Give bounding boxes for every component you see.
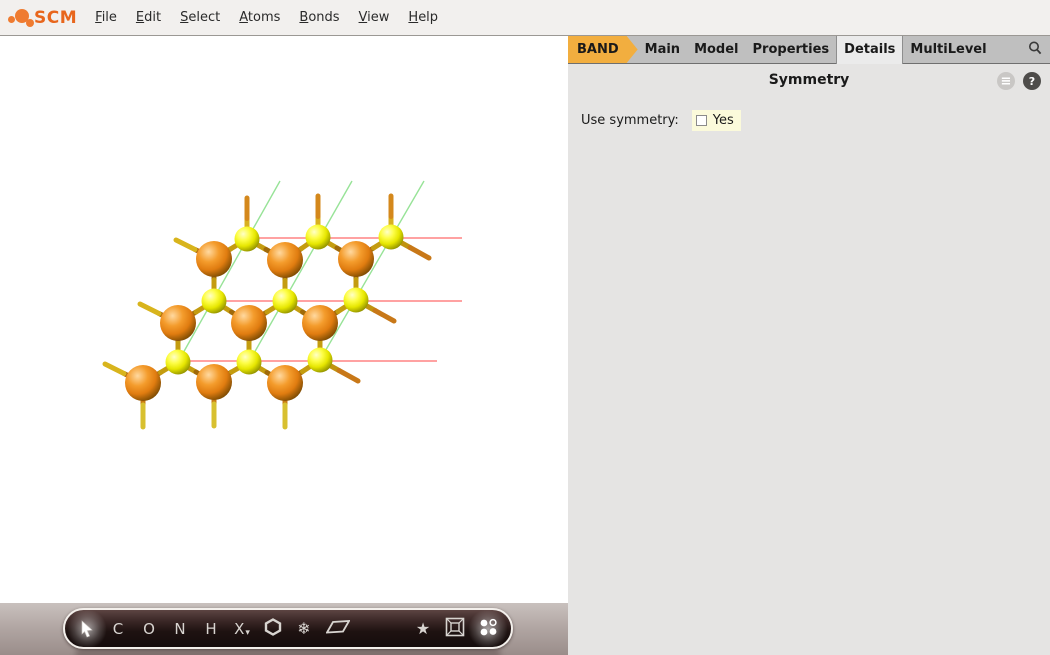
tab-multilevel[interactable]: MultiLevel [903, 36, 993, 63]
atom-toolbar: C O N H X ▾ ❄ ★ [63, 608, 513, 649]
hamburger-icon: ≡ [1000, 73, 1012, 89]
element-x-caret-icon: ▾ [245, 627, 250, 638]
help-button[interactable]: ? [1023, 72, 1041, 90]
tab-main[interactable]: Main [638, 36, 687, 63]
viewer-bottom-band: C O N H X ▾ ❄ ★ [0, 603, 568, 655]
crystal-box-icon [445, 617, 465, 641]
element-h-button[interactable]: H [202, 614, 220, 644]
menu-select[interactable]: Select [176, 10, 224, 25]
tab-properties[interactable]: Properties [746, 36, 837, 63]
crystal-viewer-button[interactable] [445, 614, 465, 644]
dots-grid-icon [478, 617, 498, 641]
scm-band-window: SCM File Edit Select Atoms Bonds View He… [0, 0, 1050, 655]
hexagon-icon [264, 617, 282, 640]
tab-model[interactable]: Model [687, 36, 745, 63]
menu-edit[interactable]: Edit [132, 10, 165, 25]
input-panel: BAND Main Model Properties Details Multi… [568, 36, 1050, 655]
menu-file[interactable]: File [91, 10, 121, 25]
use-symmetry-checkbox[interactable] [695, 115, 707, 126]
lattice-tool-button[interactable] [325, 614, 351, 644]
element-n-button[interactable]: N [171, 614, 189, 644]
search-button[interactable] [1027, 36, 1043, 63]
search-icon [1027, 40, 1043, 60]
tabbar: BAND Main Model Properties Details Multi… [568, 36, 1050, 64]
molecule-svg [102, 180, 462, 430]
parallelogram-icon [325, 619, 351, 639]
tab-band[interactable]: BAND [568, 36, 638, 63]
scm-logo: SCM [8, 6, 77, 30]
select-cursor-tool[interactable] [78, 614, 96, 644]
element-o-button[interactable]: O [140, 614, 158, 644]
pre-optimize-button[interactable]: ❄ [295, 614, 313, 644]
ring-tool-button[interactable] [264, 614, 282, 644]
menu-view[interactable]: View [355, 10, 394, 25]
tab-details[interactable]: Details [836, 36, 904, 64]
molecule-viewer[interactable] [0, 36, 568, 603]
use-symmetry-checkbox-label: Yes [712, 113, 734, 128]
snowflake-icon: ❄ [297, 619, 311, 638]
toolbar-reflection [75, 650, 501, 655]
element-c-button[interactable]: C [109, 614, 127, 644]
scm-logo-text: SCM [34, 7, 78, 28]
star-icon: ★ [415, 619, 431, 638]
panel-header: Symmetry ≡ ? [568, 72, 1050, 92]
menubar: SCM File Edit Select Atoms Bonds View He… [0, 0, 1050, 36]
use-symmetry-row: Use symmetry: Yes [581, 110, 741, 131]
panel-menu-button[interactable]: ≡ [997, 72, 1015, 90]
question-mark-icon: ? [1028, 74, 1036, 88]
element-x-button[interactable]: X ▾ [233, 614, 251, 644]
use-symmetry-field[interactable]: Yes [691, 110, 741, 131]
display-options-button[interactable] [478, 614, 498, 644]
use-symmetry-label: Use symmetry: [581, 113, 679, 128]
menu-atoms[interactable]: Atoms [235, 10, 284, 25]
menu-bonds[interactable]: Bonds [295, 10, 343, 25]
menu-help[interactable]: Help [404, 10, 442, 25]
scm-logo-icon [8, 6, 34, 30]
structures-button[interactable]: ★ [414, 614, 432, 644]
panel-title: Symmetry [768, 72, 850, 88]
